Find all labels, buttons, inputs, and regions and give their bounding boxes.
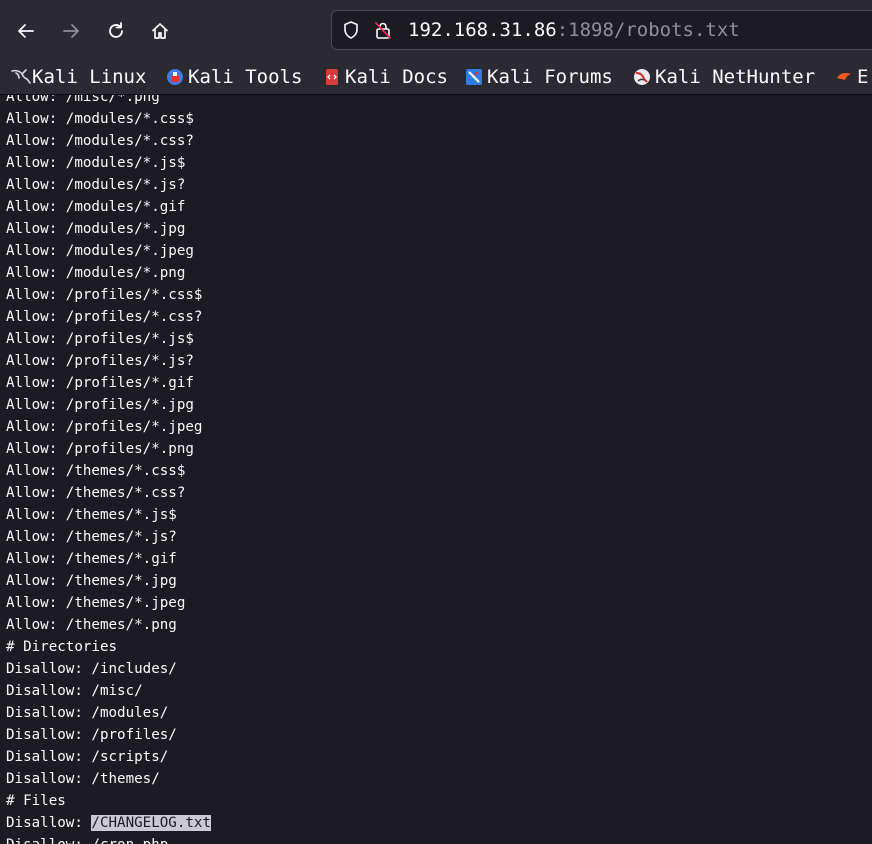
bookmark-label: Kali Docs (345, 66, 448, 88)
insecure-lock-icon[interactable] (373, 20, 393, 44)
text-line: Disallow: /includes/ (6, 661, 177, 677)
bookmark-exploit-db[interactable]: E (835, 64, 868, 90)
bookmark-kali-nethunter[interactable]: Kali NetHunter (633, 64, 815, 90)
text-line: Allow: /themes/*.gif (6, 551, 177, 567)
back-button[interactable] (10, 15, 42, 47)
bookmark-label: Kali Tools (188, 66, 303, 88)
bookmark-kali-docs[interactable]: Kali Docs (323, 64, 448, 90)
text-line: Allow: /themes/*.js? (6, 529, 177, 545)
bookmarks-toolbar: Kali Linux Kali Tools Kali Docs Kali For… (0, 62, 872, 95)
text-line: Allow: /profiles/*.css? (6, 309, 203, 325)
browser-toolbar: 192.168.31.86:1898/robots.txt (0, 0, 872, 62)
text-line: Allow: /profiles/*.js? (6, 353, 194, 369)
text-line: Allow: /themes/*.jpg (6, 573, 177, 589)
kali-tools-icon (166, 68, 184, 86)
arrow-left-icon (18, 24, 34, 38)
text-line: Allow: /modules/*.css$ (6, 111, 194, 127)
text-line: Allow: /themes/*.js$ (6, 507, 177, 523)
text-line: Allow: /themes/*.css$ (6, 463, 186, 479)
text-line: # Directories (6, 639, 118, 655)
text-line: Allow: /profiles/*.jpg (6, 397, 194, 413)
text-line: Allow: /modules/*.js? (6, 177, 186, 193)
arrow-right-icon (63, 24, 79, 38)
text-line: # Files (6, 793, 66, 809)
kali-forums-icon (465, 68, 483, 86)
address-bar[interactable]: 192.168.31.86:1898/robots.txt (331, 10, 872, 50)
text-line: Allow: /themes/*.css? (6, 485, 186, 501)
text-line: Disallow: /themes/ (6, 771, 160, 787)
text-line: Allow: /modules/*.jpg (6, 221, 186, 237)
robots-text: Allow: /misc/*.png Allow: /modules/*.css$… (6, 95, 212, 844)
text-line: Allow: /themes/*.png (6, 617, 177, 633)
text-line: Allow: /profiles/*.js$ (6, 331, 194, 347)
bookmark-label: Kali Linux (32, 66, 147, 88)
text-line: Allow: /misc/*.png (6, 95, 160, 105)
home-icon (152, 23, 168, 39)
text-line: Allow: /modules/*.png (6, 265, 186, 281)
text-line: Allow: /profiles/*.gif (6, 375, 194, 391)
bookmark-label: Kali Forums (487, 66, 613, 88)
bookmark-kali-forums[interactable]: Kali Forums (465, 64, 613, 90)
exploit-db-icon (835, 68, 853, 86)
kali-docs-icon (323, 68, 341, 86)
home-button[interactable] (144, 15, 176, 47)
text-line: Allow: /profiles/*.png (6, 441, 194, 457)
url-text[interactable]: 192.168.31.86:1898/robots.txt (408, 19, 740, 41)
text-line: Allow: /modules/*.gif (6, 199, 186, 215)
text-line: Disallow: /profiles/ (6, 727, 177, 743)
text-line: Disallow: /modules/ (6, 705, 169, 721)
kali-dragon-icon (10, 68, 31, 86)
text-line: Allow: /modules/*.js$ (6, 155, 186, 171)
text-line: Allow: /profiles/*.jpeg (6, 419, 203, 435)
text-line: Allow: /profiles/*.css$ (6, 287, 203, 303)
forward-button[interactable] (55, 15, 87, 47)
bookmark-kali-tools[interactable]: Kali Tools (166, 64, 302, 90)
text-selection: /CHANGELOG.txt (91, 815, 212, 831)
url-path: :1898/robots.txt (556, 19, 740, 41)
text-line: Disallow: /scripts/ (6, 749, 169, 765)
bookmark-label: Kali NetHunter (655, 66, 816, 88)
text-line-selected: Disallow: /CHANGELOG.txt (6, 812, 212, 834)
text-line: Disallow: /cron.php (6, 834, 211, 844)
line-prefix: Disallow: (6, 815, 92, 831)
text-line: Allow: /modules/*.css? (6, 133, 194, 149)
shield-icon[interactable] (341, 20, 361, 44)
bookmark-kali-linux[interactable]: Kali Linux (10, 64, 146, 90)
text-line: Allow: /modules/*.jpeg (6, 243, 194, 259)
page-content: Allow: /misc/*.png Allow: /modules/*.css$… (0, 95, 872, 844)
reload-button[interactable] (100, 15, 132, 47)
text-line: Allow: /themes/*.jpeg (6, 595, 186, 611)
text-line: Disallow: /misc/ (6, 683, 143, 699)
reload-icon (109, 22, 123, 38)
kali-nethunter-icon (633, 68, 651, 86)
bookmark-label: E (857, 66, 869, 88)
url-host: 192.168.31.86 (408, 19, 557, 41)
